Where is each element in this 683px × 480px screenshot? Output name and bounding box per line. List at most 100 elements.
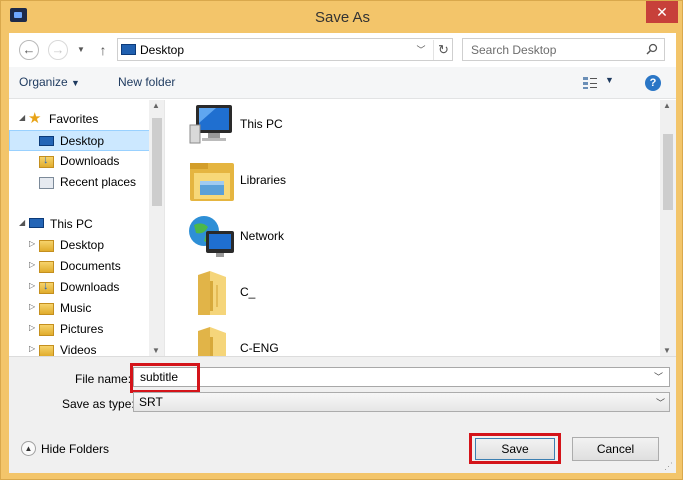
recent-locations-chevron-icon[interactable]: ▼ xyxy=(75,42,87,58)
nav-item-videos[interactable]: ▷ Videos xyxy=(9,340,151,356)
desktop-icon xyxy=(39,136,54,146)
libraries-icon xyxy=(190,163,234,201)
save-as-window: Save As ✕ ← → ▼ ↑ Desktop ﹀ ↻ Search Des… xyxy=(0,0,683,480)
save-type-label: Save as type: xyxy=(62,397,135,411)
pictures-icon xyxy=(39,324,54,336)
organize-label: Organize xyxy=(19,75,68,89)
nav-item-desktop[interactable]: Desktop xyxy=(9,130,151,151)
save-button[interactable]: Save xyxy=(475,438,555,460)
nav-item-downloads[interactable]: Downloads xyxy=(9,151,151,172)
save-type-select[interactable]: SRT ﹀ xyxy=(133,392,670,412)
network-icon xyxy=(189,216,234,257)
this-pc-icon xyxy=(29,218,44,228)
nav-item-recent-places[interactable]: Recent places xyxy=(9,172,151,193)
search-placeholder: Search Desktop xyxy=(471,43,557,57)
address-location: Desktop xyxy=(140,43,185,57)
list-item-libraries[interactable]: Libraries xyxy=(186,157,486,207)
address-bar[interactable]: Desktop ﹀ ↻ xyxy=(117,38,453,61)
navigation-pane[interactable]: ◢ ★ Favorites Desktop Downloads Recent p… xyxy=(9,100,165,356)
command-bar: Organize ▼ New folder ▼ ? xyxy=(9,67,676,99)
resize-grip-icon[interactable]: ⋰ xyxy=(664,461,674,471)
list-item-this-pc[interactable]: This PC xyxy=(186,101,486,151)
content-scrollbar[interactable]: ▲ ▼ xyxy=(660,100,676,356)
refresh-button[interactable]: ↻ xyxy=(433,40,453,60)
this-pc-icon xyxy=(189,105,232,144)
list-item-network[interactable]: Network xyxy=(186,213,486,263)
nav-label: Documents xyxy=(60,259,121,273)
scroll-down-icon[interactable]: ▼ xyxy=(663,346,671,355)
nav-label: Downloads xyxy=(60,280,120,294)
nav-label: Favorites xyxy=(49,112,99,126)
scrollbar-thumb[interactable] xyxy=(152,118,162,206)
nav-label: Music xyxy=(60,301,92,315)
nav-label: Videos xyxy=(60,343,97,356)
chevron-down-icon[interactable]: ﹀ xyxy=(656,396,665,409)
nav-label: This PC xyxy=(50,217,93,231)
scrollbar-thumb[interactable] xyxy=(663,134,673,210)
nav-scrollbar[interactable]: ▲ ▼ xyxy=(149,100,164,356)
change-view-icon[interactable] xyxy=(582,76,598,90)
save-form: File name: ﹀ Save as type: SRT ﹀ ▲ Hide … xyxy=(9,356,676,473)
favorites-star-icon: ★ xyxy=(28,110,42,127)
folder-icon xyxy=(198,271,226,315)
file-name-input[interactable] xyxy=(133,367,670,387)
address-dropdown-icon[interactable]: ﹀ xyxy=(414,42,428,58)
list-item-folder-c[interactable]: C_ xyxy=(186,269,486,319)
item-label: Network xyxy=(240,229,285,243)
nav-item-documents[interactable]: ▷ Documents xyxy=(9,256,151,277)
search-input[interactable]: Search Desktop xyxy=(462,38,665,61)
downloads-icon xyxy=(39,280,54,294)
save-type-value: SRT xyxy=(139,395,163,409)
desktop-icon xyxy=(121,44,136,55)
nav-item-downloads[interactable]: ▷ Downloads xyxy=(9,277,151,298)
close-button[interactable]: ✕ xyxy=(646,1,678,23)
nav-this-pc[interactable]: ◢ This PC xyxy=(9,214,151,235)
expand-arrow-icon[interactable]: ▷ xyxy=(29,302,37,311)
help-icon[interactable]: ? xyxy=(645,75,661,91)
back-button[interactable]: ← xyxy=(19,40,39,60)
item-label: C-ENG xyxy=(240,341,279,355)
nav-label: Downloads xyxy=(60,154,120,168)
cancel-button[interactable]: Cancel xyxy=(572,437,659,461)
expand-arrow-icon[interactable]: ▷ xyxy=(29,323,37,332)
file-name-dropdown-icon[interactable]: ﹀ xyxy=(654,370,663,383)
search-icon[interactable] xyxy=(646,43,658,55)
chevron-down-icon: ▼ xyxy=(71,78,80,88)
recent-places-icon xyxy=(39,177,54,189)
scroll-up-icon[interactable]: ▲ xyxy=(663,101,671,110)
forward-button[interactable]: → xyxy=(48,40,68,60)
expand-arrow-icon[interactable]: ▷ xyxy=(29,239,37,248)
up-button[interactable]: ↑ xyxy=(95,40,111,60)
nav-label: Desktop xyxy=(60,238,105,252)
file-name-label: File name: xyxy=(75,372,132,386)
address-row: ← → ▼ ↑ Desktop ﹀ ↻ Search Desktop xyxy=(9,33,676,67)
nav-item-pictures[interactable]: ▷ Pictures xyxy=(9,319,151,340)
window-title: Save As xyxy=(314,9,371,26)
title-bar[interactable]: Save As ✕ xyxy=(1,1,683,33)
list-item-folder-c-eng[interactable]: C-ENG xyxy=(186,325,486,356)
nav-item-music[interactable]: ▷ Music xyxy=(9,298,151,319)
nav-label: Desktop xyxy=(60,134,105,148)
desktop-icon xyxy=(39,240,54,252)
organize-button[interactable]: Organize ▼ xyxy=(19,75,80,89)
item-label: C_ xyxy=(240,285,256,299)
scroll-down-icon[interactable]: ▼ xyxy=(152,346,160,355)
expand-arrow-icon[interactable]: ▷ xyxy=(29,344,37,353)
downloads-icon xyxy=(39,154,54,168)
nav-item-desktop[interactable]: ▷ Desktop xyxy=(9,235,151,256)
nav-label: Pictures xyxy=(60,322,104,336)
collapse-arrow-icon[interactable]: ◢ xyxy=(19,218,27,227)
item-label: Libraries xyxy=(240,173,287,187)
item-label: This PC xyxy=(240,117,283,131)
videos-icon xyxy=(39,345,54,356)
collapse-arrow-icon[interactable]: ◢ xyxy=(19,113,27,122)
hide-folders-label: Hide Folders xyxy=(41,442,110,456)
nav-favorites[interactable]: ◢ ★ Favorites xyxy=(9,109,151,130)
folder-icon xyxy=(198,327,226,356)
scroll-up-icon[interactable]: ▲ xyxy=(152,101,160,110)
new-folder-button[interactable]: New folder xyxy=(118,75,175,89)
file-list[interactable]: This PC Libraries Network C_ C-ENG ▲ ▼ xyxy=(166,100,676,356)
expand-arrow-icon[interactable]: ▷ xyxy=(29,281,37,290)
expand-arrow-icon[interactable]: ▷ xyxy=(29,260,37,269)
view-options-dropdown-icon[interactable]: ▼ xyxy=(605,75,614,85)
